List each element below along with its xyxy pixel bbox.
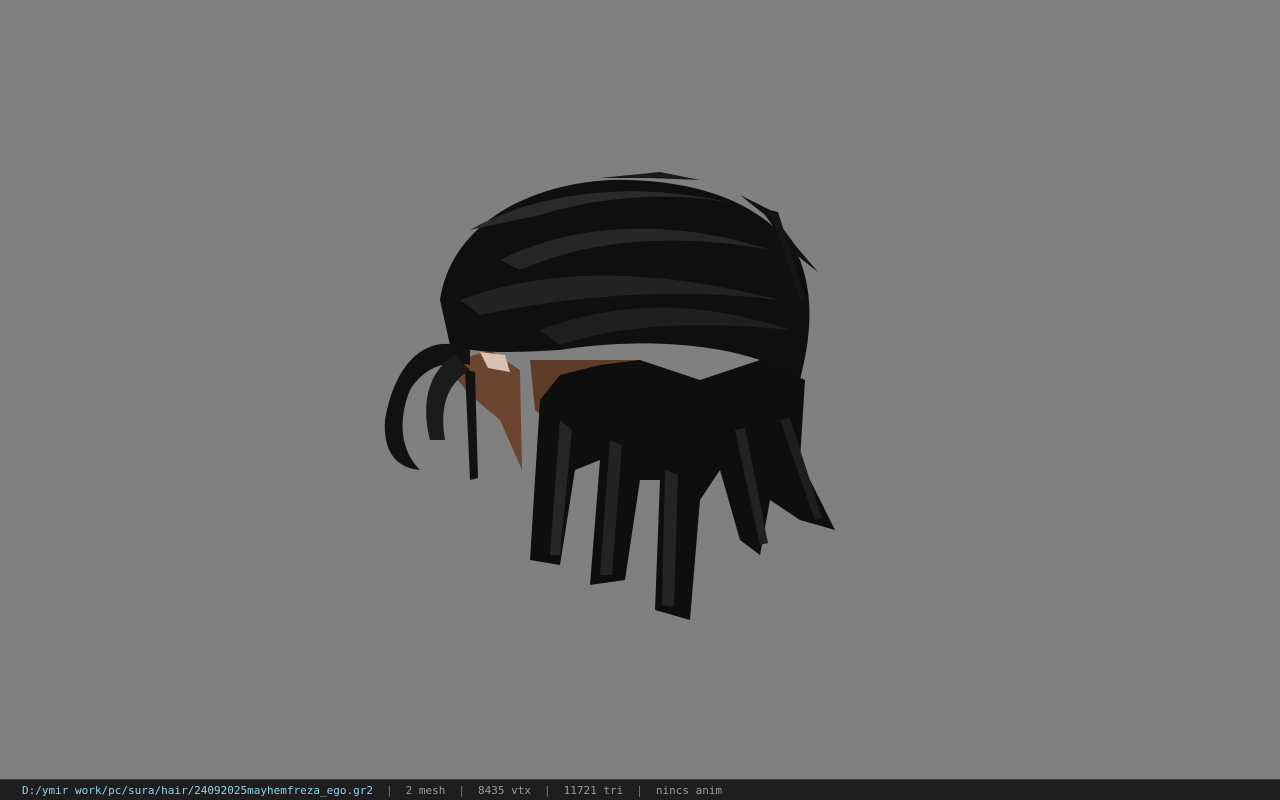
animation-status-label: nincs anim (655, 783, 723, 797)
3d-viewport[interactable] (0, 0, 1280, 779)
vertex-count-label: 8435 vtx (478, 783, 531, 797)
separator: | (636, 783, 643, 797)
hair-volume (384, 172, 835, 620)
separator: | (543, 783, 551, 797)
file-path-label: D:/ymir work/pc/sura/hair/24092025mayhem… (22, 783, 373, 797)
separator: | (458, 783, 465, 797)
hair-model-render (384, 172, 835, 620)
status-bar: D:/ymir work/pc/sura/hair/24092025mayhem… (0, 779, 1280, 800)
mesh-count-label: 2 mesh (405, 783, 446, 797)
triangle-count-label: 11721 tri (563, 783, 624, 797)
separator: | (386, 783, 393, 797)
